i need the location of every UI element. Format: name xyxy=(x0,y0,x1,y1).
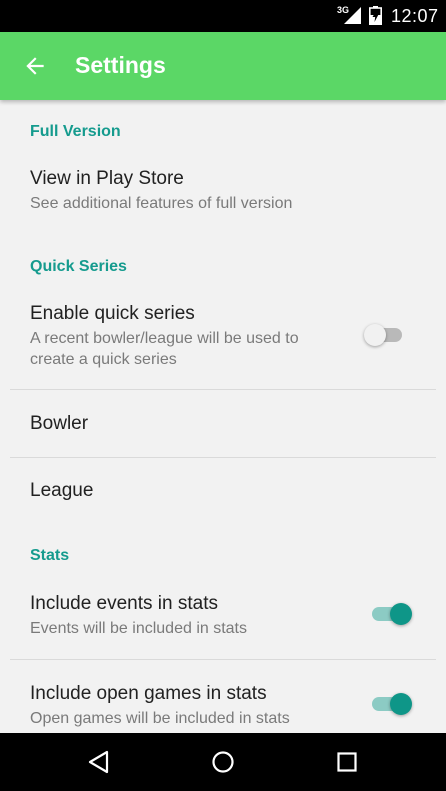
status-bar: 3G 12:07 xyxy=(0,0,446,32)
pref-title: Enable quick series xyxy=(30,303,195,324)
category-stats: Stats xyxy=(30,547,70,564)
navigation-bar xyxy=(0,733,446,791)
pref-title: Include events in stats xyxy=(30,593,218,614)
page-title: Settings xyxy=(75,52,166,78)
switch-thumb xyxy=(390,693,412,715)
include-open-games-switch[interactable] xyxy=(372,689,412,719)
home-circle-icon[interactable] xyxy=(211,750,235,774)
pref-enable-quick-series[interactable]: Enable quick series A recent bowler/leag… xyxy=(0,295,446,389)
category-full-version: Full Version xyxy=(30,123,121,140)
battery-charging-icon xyxy=(369,6,382,25)
recents-square-icon[interactable] xyxy=(335,750,359,774)
pref-summary: Events will be included in stats xyxy=(30,620,247,637)
settings-list[interactable]: Full Version View in Play Store See addi… xyxy=(0,100,446,733)
pref-title: Bowler xyxy=(30,413,89,434)
pref-include-open-games[interactable]: Include open games in stats Open games w… xyxy=(0,675,446,733)
pref-title: Include open games in stats xyxy=(30,683,267,704)
pref-summary: Open games will be included in stats xyxy=(30,710,290,727)
pref-bowler[interactable]: Bowler xyxy=(0,390,446,457)
arrow-back-icon[interactable] xyxy=(22,53,48,79)
pref-title: View in Play Store xyxy=(30,168,184,189)
pref-summary: See additional features of full version xyxy=(30,195,293,212)
pref-title: League xyxy=(30,480,94,501)
pref-include-events[interactable]: Include events in stats Events will be i… xyxy=(0,585,446,659)
category-quick-series: Quick Series xyxy=(30,258,127,275)
back-triangle-icon[interactable] xyxy=(87,750,111,774)
switch-thumb xyxy=(364,324,386,346)
pref-view-play-store[interactable]: View in Play Store See additional featur… xyxy=(0,160,446,232)
signal-icon xyxy=(344,7,361,24)
pref-league[interactable]: League xyxy=(0,458,446,525)
quick-series-switch[interactable] xyxy=(364,320,406,350)
app-bar: Settings xyxy=(0,32,446,100)
pref-summary: A recent bowler/league will be used to c… xyxy=(30,330,299,368)
include-events-switch[interactable] xyxy=(372,599,412,629)
status-time: 12:07 xyxy=(391,6,439,26)
divider xyxy=(10,659,436,660)
switch-thumb xyxy=(390,603,412,625)
